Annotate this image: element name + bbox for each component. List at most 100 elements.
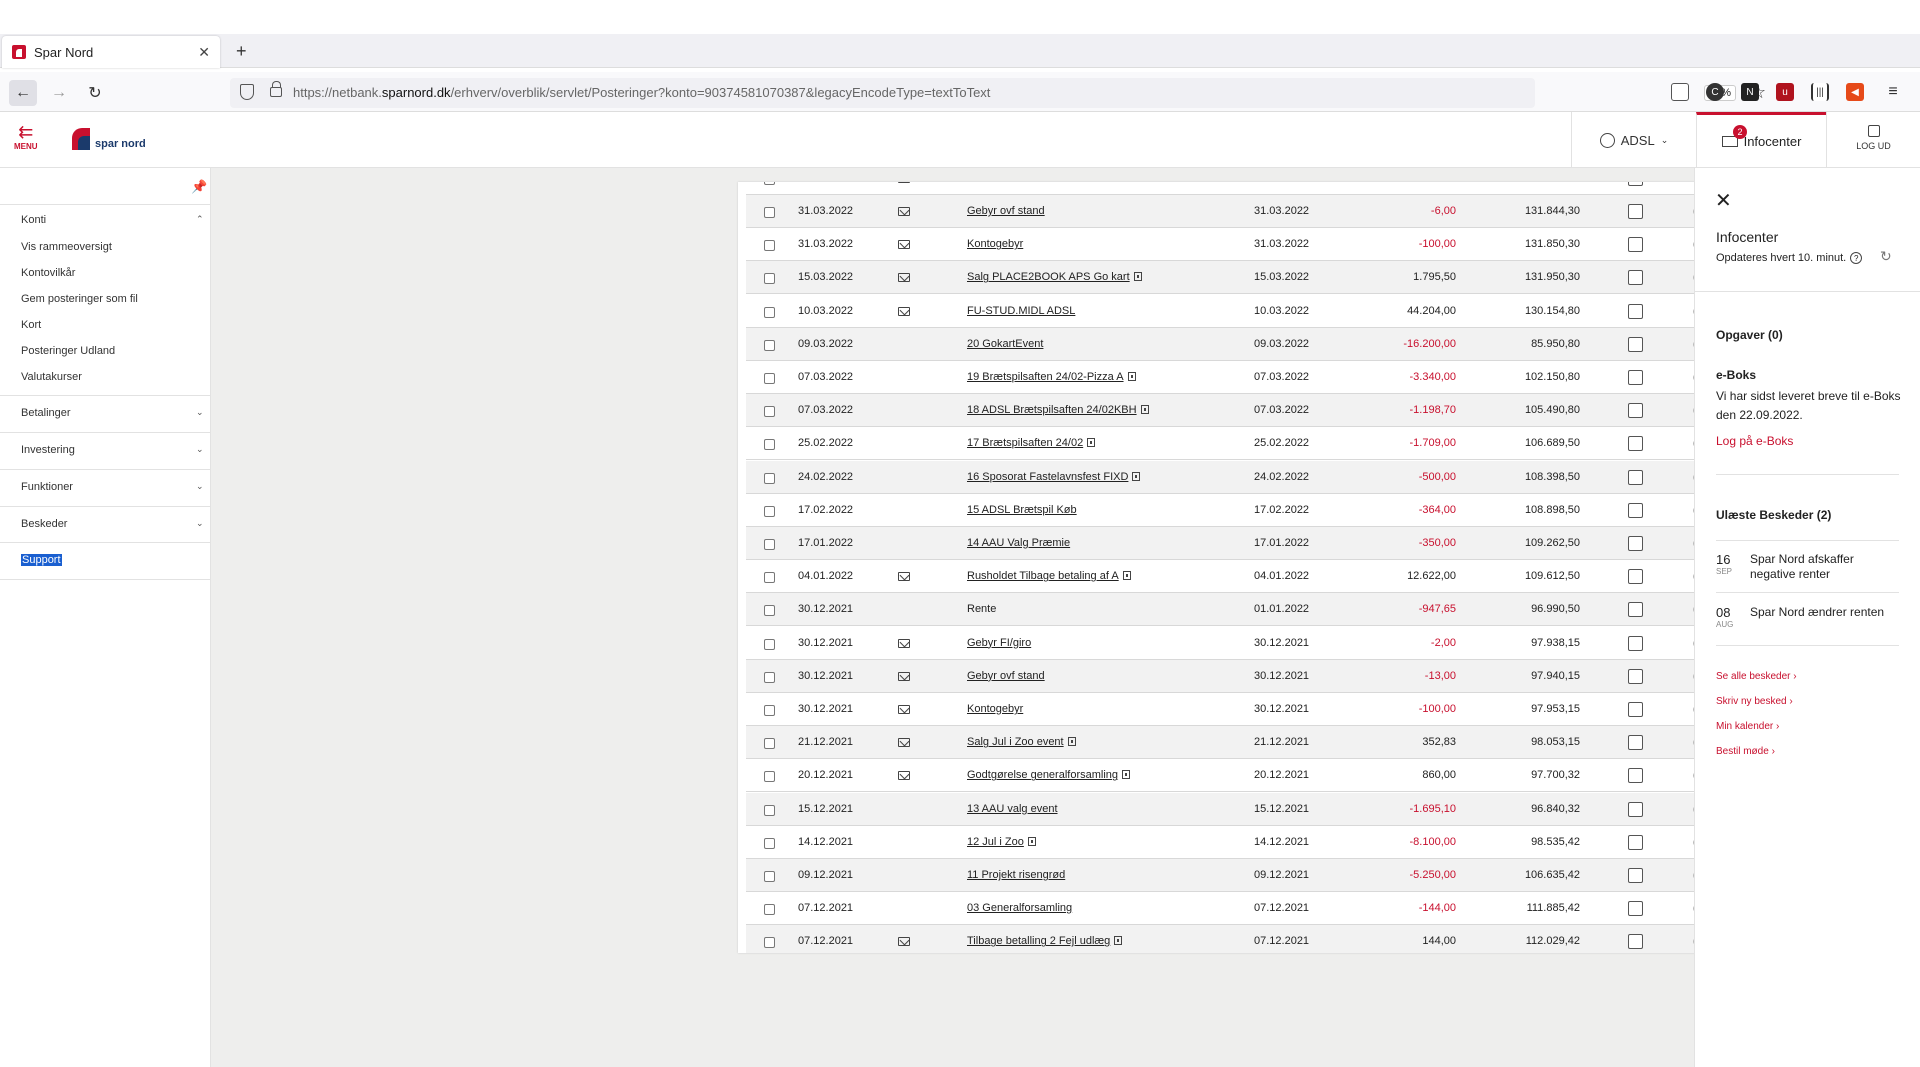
menu-button[interactable]: ⇇ MENU <box>14 123 38 151</box>
browser-tab[interactable]: Spar Nord ✕ <box>2 36 220 68</box>
row-select-checkbox[interactable] <box>764 605 775 617</box>
table-row[interactable]: 07.12.2021 03 Generalforsamling 07.12.2021… <box>746 892 1746 926</box>
row-mark-checkbox[interactable] <box>1628 901 1643 917</box>
transaction-text-link[interactable]: 14 AAU Valg Præmie <box>967 537 1070 549</box>
row-select-checkbox[interactable] <box>764 240 775 252</box>
hamburger-menu-icon[interactable]: ≡ <box>1884 83 1902 101</box>
envelope-icon[interactable] <box>898 207 910 216</box>
row-mark-checkbox[interactable] <box>1628 868 1643 883</box>
envelope-icon[interactable] <box>898 240 910 250</box>
transaction-text-link[interactable]: Gebyr FI/giro <box>967 637 1031 649</box>
row-mark-checkbox[interactable] <box>1628 569 1643 585</box>
row-select-checkbox[interactable] <box>764 771 775 783</box>
row-select-checkbox[interactable] <box>764 182 775 185</box>
sidebar-item-vis-rammeoversigt[interactable]: Vis rammeoversigt <box>21 241 112 253</box>
transaction-text-link[interactable]: 17 Brætspilsaften 24/02 <box>967 437 1096 449</box>
row-select-checkbox[interactable] <box>764 904 775 916</box>
row-mark-checkbox[interactable] <box>1628 834 1643 850</box>
transaction-text-link[interactable]: Tilbage betalling 2 Fejl udlæg <box>967 935 1123 947</box>
transaction-text-link[interactable]: Salg PLACE2BOOK APS Go kart <box>967 271 1142 283</box>
table-row[interactable]: 30.12.2021 Rente 01.01.2022 -947,65 96.990,5… <box>746 593 1746 627</box>
envelope-icon[interactable] <box>898 671 910 681</box>
transaction-text-link[interactable]: FU-STUD.MIDL ADSL <box>967 305 1075 317</box>
row-mark-checkbox[interactable] <box>1628 469 1643 485</box>
new-tab-button[interactable]: + <box>236 41 247 62</box>
forward-button[interactable]: → <box>45 80 73 106</box>
transaction-text-link[interactable]: Rusholdet Tilbage betaling af A <box>967 570 1131 582</box>
envelope-icon[interactable] <box>898 182 910 183</box>
row-select-checkbox[interactable] <box>764 804 775 816</box>
row-mark-checkbox[interactable] <box>1628 536 1643 551</box>
row-mark-checkbox[interactable] <box>1628 801 1643 817</box>
transaction-text-link[interactable]: 11 Projekt risengrød <box>967 869 1065 881</box>
transaction-text-link[interactable]: Gebyr ovf stand <box>967 670 1045 682</box>
transaction-text-link[interactable]: Godtgørelse generalforsamling <box>967 769 1131 781</box>
table-row[interactable]: 10.03.2022 FU-STUD.MIDL ADSL 10.03.2022 44.… <box>746 295 1746 328</box>
extension-bars-icon[interactable]: ||| <box>1811 83 1829 101</box>
row-mark-checkbox[interactable] <box>1628 237 1643 253</box>
table-row[interactable]: 07.03.2022 19 Brætspilsaften 24/02-Pizza … <box>746 361 1746 394</box>
table-row[interactable]: 20.12.2021 Godtgørelse generalforsamling 2… <box>746 759 1746 793</box>
row-mark-checkbox[interactable] <box>1628 702 1643 717</box>
pocket-icon[interactable] <box>1671 83 1689 101</box>
row-mark-checkbox[interactable] <box>1628 502 1643 518</box>
info-icon[interactable] <box>1140 405 1149 415</box>
write-message-link[interactable]: Skriv ny besked › <box>1716 696 1793 707</box>
chevron-down-icon[interactable]: ⌄ <box>196 444 204 455</box>
reload-button[interactable]: ↻ <box>81 80 109 106</box>
sidebar-item-investering[interactable]: Investering <box>21 444 75 456</box>
table-row[interactable]: 25.02.2022 17 Brætspilsaften 24/02 25.02.2… <box>746 427 1746 461</box>
message-title[interactable]: Spar Nord afskaffer negative renter <box>1750 552 1900 582</box>
url-text[interactable]: https://netbank.sparnord.dk/erhverv/over… <box>293 85 990 100</box>
back-button[interactable]: ← <box>9 80 37 106</box>
messages-heading[interactable]: Ulæste Beskeder (2) <box>1716 508 1831 522</box>
transaction-text-link[interactable]: 20 GokartEvent <box>967 338 1043 350</box>
help-icon[interactable]: ? <box>1850 252 1863 264</box>
row-select-checkbox[interactable] <box>764 339 775 351</box>
envelope-icon[interactable] <box>898 738 910 748</box>
table-row[interactable]: 09.03.2022 20 GokartEvent 09.03.2022 -16.20… <box>746 327 1746 361</box>
row-mark-checkbox[interactable] <box>1628 303 1643 319</box>
row-select-checkbox[interactable] <box>764 373 775 384</box>
row-mark-checkbox[interactable] <box>1628 768 1643 784</box>
chevron-down-icon[interactable]: ⌄ <box>196 407 204 418</box>
table-row[interactable]: 07.12.2021 Tilbage betalling 2 Fejl udlæg… <box>746 925 1746 953</box>
row-select-checkbox[interactable] <box>764 705 775 716</box>
row-select-checkbox[interactable] <box>764 738 775 750</box>
transaction-text-link[interactable]: 19 Brætspilsaften 24/02-Pizza A <box>967 371 1136 383</box>
row-mark-checkbox[interactable] <box>1628 403 1643 419</box>
transaction-text-link[interactable]: Kontogebyr <box>967 703 1023 715</box>
row-mark-checkbox[interactable] <box>1628 204 1643 219</box>
info-icon[interactable] <box>1122 571 1131 581</box>
info-icon[interactable] <box>1132 471 1141 481</box>
row-select-checkbox[interactable] <box>764 871 775 882</box>
row-mark-checkbox[interactable] <box>1628 602 1643 618</box>
info-icon[interactable] <box>1133 272 1142 282</box>
row-select-checkbox[interactable] <box>764 439 775 451</box>
row-select-checkbox[interactable] <box>764 539 775 550</box>
logout-button[interactable]: LOG UD <box>1826 112 1920 168</box>
row-mark-checkbox[interactable] <box>1628 668 1643 684</box>
infocenter-button[interactable]: 2 Infocenter <box>1696 112 1826 168</box>
table-row[interactable]: 31.03.2022 Gebyr ovf stand 31.03.2022 -6,00… <box>746 195 1746 228</box>
envelope-icon[interactable] <box>898 572 910 582</box>
row-select-checkbox[interactable] <box>764 406 775 418</box>
see-all-messages-link[interactable]: Se alle beskeder › <box>1716 671 1797 682</box>
row-select-checkbox[interactable] <box>764 638 775 650</box>
extension-c-icon[interactable]: C <box>1706 83 1724 101</box>
row-mark-checkbox[interactable] <box>1628 635 1643 651</box>
info-icon[interactable] <box>1027 836 1036 846</box>
row-select-checkbox[interactable] <box>764 505 775 517</box>
row-select-checkbox[interactable] <box>764 937 775 949</box>
sidebar-item-konti[interactable]: Konti <box>21 214 46 226</box>
sidebar-item-funktioner[interactable]: Funktioner <box>21 481 73 493</box>
transaction-text-link[interactable]: 12 Jul i Zoo <box>967 836 1036 848</box>
envelope-icon[interactable] <box>898 306 910 316</box>
row-mark-checkbox[interactable] <box>1628 934 1643 950</box>
sidebar-item-support[interactable]: Support <box>21 554 62 566</box>
row-mark-checkbox[interactable] <box>1628 436 1643 452</box>
sidebar-item-valutakurser[interactable]: Valutakurser <box>21 371 82 383</box>
transaction-text-link[interactable]: 03 Generalforsamling <box>967 902 1072 914</box>
table-row[interactable]: 15.12.2021 13 AAU valg event 15.12.2021 -1.… <box>746 792 1746 826</box>
ublock-icon[interactable]: u <box>1776 83 1794 101</box>
